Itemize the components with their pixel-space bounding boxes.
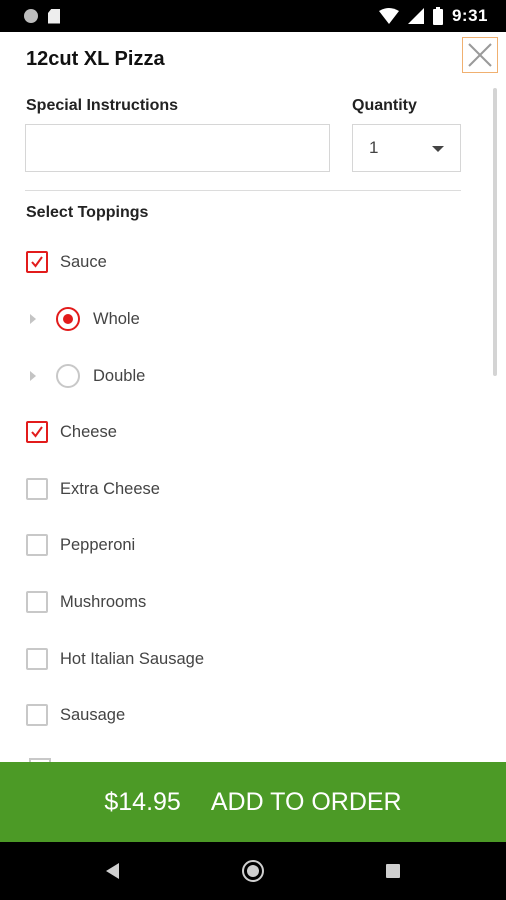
- quantity-label: Quantity: [352, 97, 417, 114]
- topping-label: Cheese: [60, 422, 117, 441]
- topping-sausage[interactable]: Sausage: [26, 700, 125, 730]
- checkbox-checked[interactable]: [26, 251, 48, 273]
- topping-label: Mushrooms: [60, 592, 147, 611]
- signal-icon: [407, 8, 424, 24]
- sim-card-icon: [48, 8, 60, 24]
- topping-hot-italian-sausage[interactable]: Hot Italian Sausage: [26, 644, 204, 674]
- status-time: 9:31: [451, 6, 488, 25]
- expand-arrow-icon: [30, 371, 36, 381]
- topping-label: Extra Cheese: [60, 479, 160, 498]
- recent-apps-icon[interactable]: [386, 864, 400, 878]
- option-label: Whole: [93, 309, 140, 328]
- checkbox-unchecked[interactable]: [26, 534, 48, 556]
- option-label: Double: [93, 366, 146, 385]
- status-bar: 9:31: [0, 0, 506, 32]
- wifi-icon: [378, 8, 399, 24]
- dropdown-caret-icon: [432, 146, 444, 152]
- topping-mushrooms[interactable]: Mushrooms: [26, 587, 146, 617]
- checkbox-unchecked[interactable]: [26, 704, 48, 726]
- radio-dot-icon: [63, 314, 73, 324]
- add-to-order-button[interactable]: $14.95 ADD TO ORDER: [0, 762, 506, 842]
- special-instructions-input[interactable]: [25, 124, 330, 172]
- topping-sauce[interactable]: Sauce: [26, 247, 107, 277]
- checkmark-icon: [31, 256, 43, 268]
- expand-arrow-icon: [30, 314, 36, 324]
- sauce-option-double[interactable]: Double: [30, 361, 145, 391]
- back-icon[interactable]: [106, 863, 119, 879]
- scrollbar[interactable]: [493, 88, 497, 376]
- checkbox-unchecked[interactable]: [26, 591, 48, 613]
- topping-pepperoni[interactable]: Pepperoni: [26, 530, 135, 560]
- dialog-title: 12cut XL Pizza: [26, 48, 165, 70]
- close-icon: [468, 43, 492, 67]
- topping-extra-cheese[interactable]: Extra Cheese: [26, 474, 160, 504]
- home-icon-inner: [247, 865, 259, 877]
- order-price: $14.95: [104, 787, 181, 816]
- topping-label: Sausage: [60, 705, 126, 724]
- battery-icon: [432, 7, 443, 25]
- divider: [25, 190, 461, 191]
- quantity-value: 1: [369, 138, 379, 157]
- notification-dot-icon: [24, 9, 38, 23]
- radio-selected[interactable]: [56, 307, 80, 331]
- checkbox-unchecked[interactable]: [26, 648, 48, 670]
- topping-cheese[interactable]: Cheese: [26, 417, 117, 447]
- close-button[interactable]: [462, 37, 498, 73]
- quantity-select[interactable]: 1: [352, 124, 461, 172]
- home-icon[interactable]: [242, 860, 264, 882]
- add-to-order-label: ADD TO ORDER: [210, 787, 402, 816]
- radio-unselected[interactable]: [56, 364, 80, 388]
- checkmark-icon: [31, 426, 43, 438]
- checkbox-checked[interactable]: [26, 421, 48, 443]
- topping-label: Sauce: [60, 252, 107, 271]
- special-instructions-label: Special Instructions: [26, 97, 179, 114]
- checkbox-unchecked[interactable]: [26, 478, 48, 500]
- select-toppings-label: Select Toppings: [26, 204, 149, 221]
- sauce-option-whole[interactable]: Whole: [30, 304, 140, 334]
- topping-label: Pepperoni: [60, 535, 136, 554]
- topping-label: Hot Italian Sausage: [60, 649, 205, 668]
